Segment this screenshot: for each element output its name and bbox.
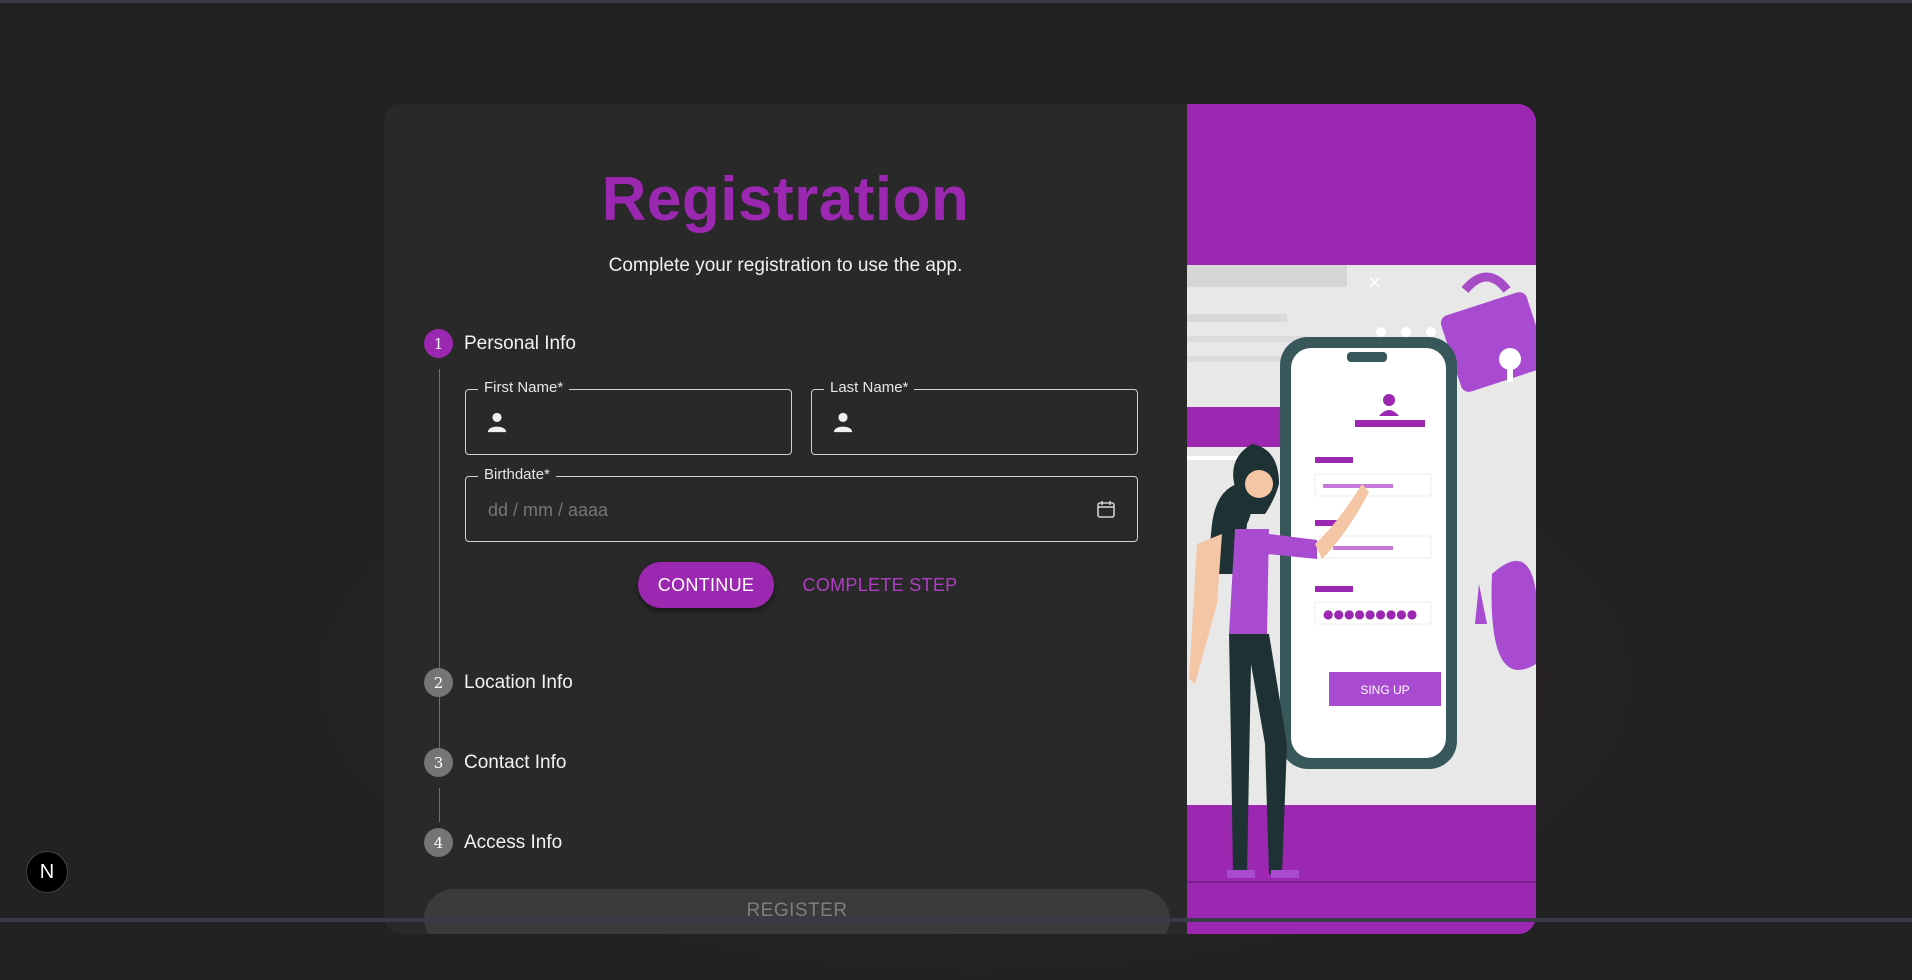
step-3-indicator: 3 bbox=[424, 748, 453, 777]
illustration-panel: ●●●●●●●●● SING UP × bbox=[1187, 104, 1536, 934]
step-connector bbox=[439, 369, 440, 762]
first-name-input[interactable] bbox=[526, 406, 780, 440]
step-3-label[interactable]: Contact Info bbox=[464, 752, 566, 774]
close-icon: × bbox=[1367, 272, 1382, 293]
illustration-signup-label: SING UP bbox=[1360, 683, 1409, 697]
page-title: Registration bbox=[601, 165, 970, 234]
step-4-indicator: 4 bbox=[424, 828, 453, 857]
birthdate-input[interactable] bbox=[486, 493, 1050, 527]
form-panel: Registration Complete your registration … bbox=[384, 104, 1187, 934]
svg-text:●●●●●●●●●: ●●●●●●●●● bbox=[1323, 607, 1417, 621]
signup-illustration: ●●●●●●●●● SING UP × bbox=[1187, 265, 1536, 934]
step-connector bbox=[439, 788, 440, 822]
bottom-border bbox=[0, 918, 1912, 922]
first-name-label: First Name* bbox=[478, 379, 570, 396]
next-dev-badge[interactable]: N bbox=[26, 851, 68, 893]
first-name-field[interactable]: First Name* bbox=[465, 379, 792, 455]
step-1-label[interactable]: Personal Info bbox=[464, 333, 576, 355]
step-connector bbox=[439, 708, 440, 742]
page-subtitle: Complete your registration to use the ap… bbox=[608, 255, 963, 276]
person-icon bbox=[833, 412, 853, 433]
birthdate-field[interactable]: Birthdate* bbox=[465, 466, 1138, 542]
step-2-indicator: 2 bbox=[424, 668, 453, 697]
person-icon bbox=[487, 412, 507, 433]
last-name-label: Last Name* bbox=[824, 379, 915, 396]
top-border bbox=[0, 0, 1912, 3]
register-button[interactable]: REGISTER bbox=[424, 889, 1170, 934]
last-name-field[interactable]: Last Name* bbox=[811, 379, 1138, 455]
step-4-label[interactable]: Access Info bbox=[464, 832, 562, 854]
registration-card: Registration Complete your registration … bbox=[384, 104, 1536, 934]
step-2-label[interactable]: Location Info bbox=[464, 672, 573, 694]
calendar-icon[interactable] bbox=[1096, 499, 1116, 519]
last-name-input[interactable] bbox=[872, 406, 1126, 440]
complete-step-button[interactable]: COMPLETE STEP bbox=[794, 562, 966, 608]
continue-button[interactable]: CONTINUE bbox=[638, 562, 774, 608]
birthdate-label: Birthdate* bbox=[478, 466, 556, 483]
step-1-indicator: 1 bbox=[424, 329, 453, 358]
